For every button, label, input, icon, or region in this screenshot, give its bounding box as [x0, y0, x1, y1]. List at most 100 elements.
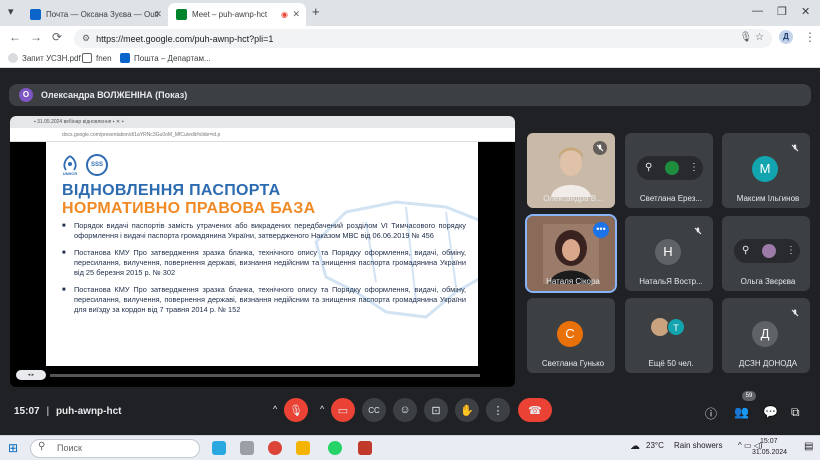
leave-call-button[interactable]: ☎ — [518, 398, 552, 422]
close-icon[interactable]: ✕ — [154, 9, 162, 20]
slide-navigator[interactable]: ◂ ▸ — [16, 370, 46, 380]
mic-toggle-button[interactable]: 🎙 — [284, 398, 308, 422]
bookmark-item[interactable]: fnen — [82, 53, 112, 63]
tab-meet[interactable]: Meet – puh-awnp-hct ◉ ✕ — [168, 3, 306, 26]
tile-controls[interactable]: ⚲ ⋮ — [637, 156, 703, 180]
participant-name: Светлана Гунько — [541, 359, 605, 368]
avatar — [762, 244, 776, 258]
site-info-icon[interactable]: ⚙ — [82, 33, 90, 44]
forward-icon[interactable]: → — [30, 30, 42, 44]
reactions-button[interactable]: ☺ — [393, 398, 417, 422]
more-participants-tile[interactable]: Т Ещё 50 чел. — [625, 298, 713, 373]
mic-off-icon: 🎙 — [289, 404, 303, 417]
chat-icon[interactable]: 💬 — [763, 405, 778, 419]
activities-icon[interactable]: ⧉ — [791, 405, 800, 420]
participant-tile-speaking[interactable]: ••• Наталя Сікора — [525, 214, 617, 293]
captions-button[interactable]: CC — [362, 398, 386, 422]
tab-title: Почта — Оксана Зуєва — Outl — [46, 10, 159, 19]
info-icon[interactable]: ⓘ — [705, 405, 717, 422]
tile-controls[interactable]: ⚲ ⋮ — [734, 239, 800, 263]
participant-tile[interactable]: ⚲ ⋮ Ольга Звєрєва — [722, 216, 810, 291]
more-options-icon[interactable]: ••• — [593, 222, 609, 238]
taskbar-clock-date[interactable]: 31.05.2024 — [752, 449, 787, 456]
avatar — [665, 161, 679, 175]
tab-mail[interactable]: Почта — Оксана Зуєва — Outl ✕ — [22, 3, 168, 26]
participant-tile[interactable]: М Максим Ільгинов — [722, 133, 810, 208]
camera-toggle-button[interactable]: ▭ — [331, 398, 355, 422]
present-button[interactable]: ⊡ — [424, 398, 448, 422]
meet-stage: О Олександра ВОЛЖЕНІНА (Показ) ▪ 31.05.2… — [0, 68, 820, 435]
participant-name: Ольга Звєрєва — [740, 277, 796, 286]
profile-avatar[interactable]: Д — [779, 30, 793, 44]
participant-tile[interactable]: Д ДСЗН ДОНОДА — [722, 298, 810, 373]
new-tab-button[interactable]: + — [312, 4, 320, 19]
slide-bullet: ■ Порядок видачі паспортів замість утраче… — [62, 221, 466, 240]
reload-icon[interactable]: ⟳ — [52, 30, 62, 44]
address-bar[interactable]: ⚙ https://meet.google.com/puh-awnp-hct?p… — [74, 29, 772, 48]
more-options-button[interactable]: ⋮ — [486, 398, 510, 422]
mic-off-icon — [788, 141, 802, 155]
taskbar-search[interactable]: Поиск — [30, 439, 200, 458]
audio-settings-chevron-icon[interactable]: ^ — [273, 404, 277, 414]
people-icon[interactable]: 👥 — [734, 405, 749, 419]
outlook-icon — [120, 53, 130, 63]
present-screen-icon: ⊡ — [431, 404, 441, 417]
whatsapp-icon[interactable] — [328, 441, 342, 455]
mic-off-icon — [593, 141, 607, 155]
telegram-icon[interactable] — [212, 441, 226, 455]
search-icon: ⚲ — [38, 441, 46, 452]
chrome-icon[interactable] — [268, 441, 282, 455]
bookmark-item[interactable]: Запит УСЗН.pdf — [8, 53, 81, 63]
file-explorer-icon[interactable] — [296, 441, 310, 455]
video-settings-chevron-icon[interactable]: ^ — [320, 404, 324, 414]
participant-tile[interactable]: Олександра В... — [527, 133, 615, 208]
slide-bullet: ■ Постанова КМУ Про затвердження зразка б… — [62, 248, 466, 277]
windows-start-icon[interactable]: ⊞ — [8, 441, 18, 455]
bookmarks-bar: Запит УСЗН.pdf fnen Пошта – Департам... — [0, 50, 820, 68]
participant-video — [543, 224, 599, 284]
task-view-icon[interactable] — [240, 441, 254, 455]
tab-list-icon[interactable]: ▾ — [8, 5, 14, 18]
shared-screen[interactable]: ▪ 31.05.2024 вебінар відновлення ▪ ✕ + d… — [10, 116, 515, 387]
bookmark-star-icon[interactable]: 🎙 ☆ — [740, 32, 764, 43]
tab-title: Meet – puh-awnp-hct — [192, 10, 268, 19]
back-icon[interactable]: ← — [9, 30, 21, 44]
notification-icon[interactable]: ▤ — [804, 441, 813, 452]
avatar: Н — [655, 239, 681, 265]
participant-name: НатальЯ Востр... — [639, 277, 703, 286]
browser-tab-strip: Почта — Оксана Зуєва — Outl ✕ Meet – puh… — [0, 0, 820, 26]
close-icon[interactable]: ✕ — [292, 9, 300, 20]
more-options-icon[interactable]: ⋮ — [786, 245, 796, 256]
meeting-time: 15:07 | puh-awnp-hct — [14, 406, 122, 417]
app-icon[interactable] — [358, 441, 372, 455]
emoji-icon: ☺ — [399, 404, 411, 416]
camera-off-icon: ▭ — [337, 404, 349, 417]
maximize-icon[interactable]: ❐ — [777, 5, 787, 18]
taskbar-clock-time[interactable]: 15:07 — [760, 438, 778, 445]
pin-icon[interactable]: ⚲ — [645, 162, 652, 173]
pin-icon[interactable]: ⚲ — [742, 245, 749, 256]
menu-icon[interactable]: ⋮ — [804, 30, 816, 44]
raise-hand-button[interactable]: ✋ — [455, 398, 479, 422]
svg-text:UNHCR: UNHCR — [63, 171, 78, 176]
shared-address-bar: docs.google.com/presentation/d/1aYRNc3Gu… — [10, 128, 515, 142]
outlook-icon — [30, 9, 41, 20]
more-options-icon[interactable]: ⋮ — [689, 162, 699, 173]
close-window-icon[interactable]: ✕ — [801, 5, 810, 18]
bookmark-item[interactable]: Пошта – Департам... — [120, 53, 211, 63]
slide-bullets: ■ Порядок видачі паспортів замість утраче… — [62, 221, 466, 322]
weather-temp[interactable]: 23°C — [646, 441, 664, 450]
bookmark-label: Пошта – Департам... — [134, 53, 211, 63]
participant-name: ДСЗН ДОНОДА — [738, 359, 798, 368]
meeting-code: puh-awnp-hct — [55, 406, 122, 417]
participant-tile[interactable]: Н НатальЯ Востр... — [625, 216, 713, 291]
participant-tile[interactable]: С Светлана Гунько — [527, 298, 615, 373]
presentation-slide: UNHCR SSS ВІДНОВЛЕННЯ ПАСПОРТА НОРМАТИВН… — [46, 142, 478, 366]
participant-tile[interactable]: ⚲ ⋮ Светлана Ерез... — [625, 133, 713, 208]
weather-icon: ☁ — [630, 441, 640, 452]
minimize-icon[interactable]: — — [752, 5, 763, 17]
bullet-text: Порядок видачі паспортів замість утрачен… — [74, 221, 466, 240]
horizontal-scrollbar[interactable] — [50, 374, 480, 377]
weather-text[interactable]: Rain showers — [674, 441, 722, 450]
browser-toolbar: ← → ⟳ ⚙ https://meet.google.com/puh-awnp… — [0, 26, 820, 50]
